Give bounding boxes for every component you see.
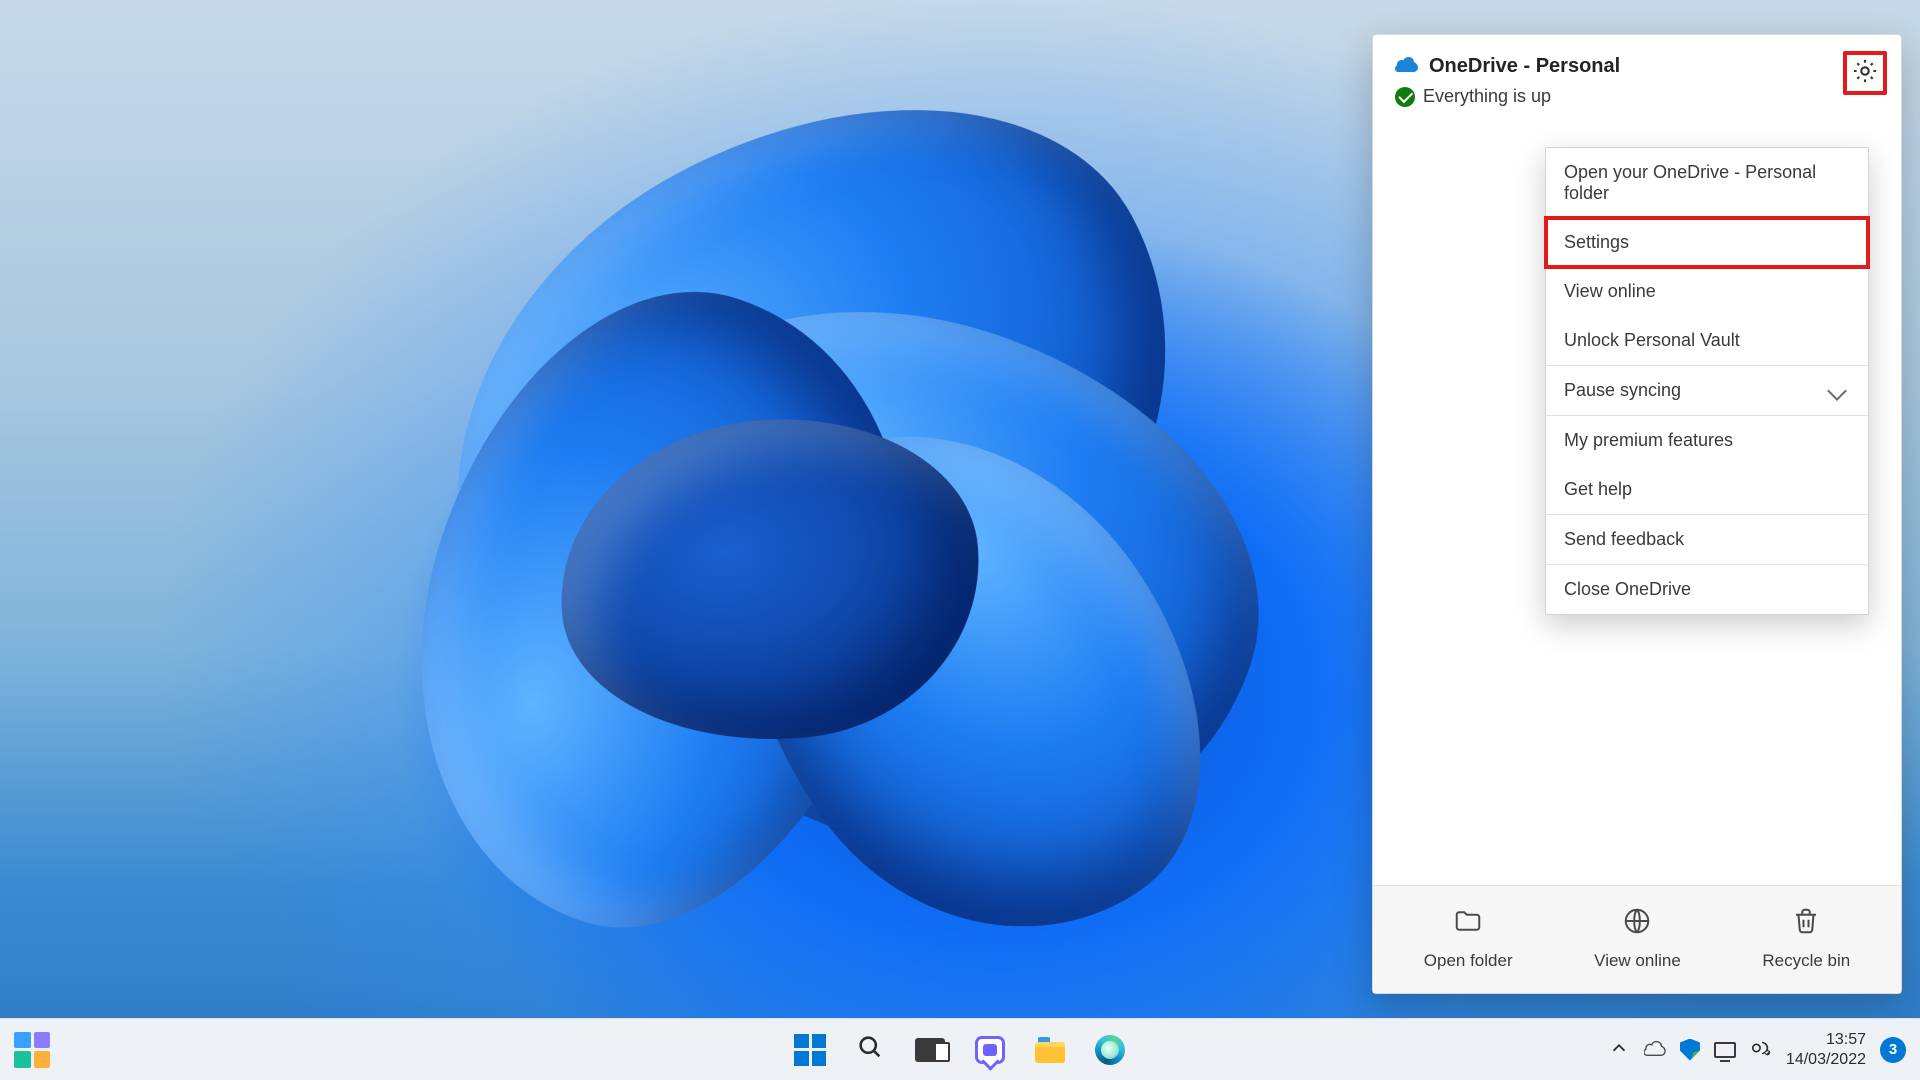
start-button[interactable] <box>792 1032 828 1068</box>
menu-premium[interactable]: My premium features <box>1546 416 1868 465</box>
trash-icon <box>1791 906 1821 941</box>
menu-pause-syncing[interactable]: Pause syncing <box>1546 366 1868 415</box>
footer-view-online[interactable]: View online <box>1594 906 1681 971</box>
menu-pause-syncing-label: Pause syncing <box>1564 380 1681 401</box>
chevron-down-icon <box>1827 381 1847 401</box>
status-check-icon <box>1395 87 1415 107</box>
footer-recycle-bin-label: Recycle bin <box>1762 951 1850 971</box>
windows-logo-icon <box>794 1034 826 1066</box>
onedrive-status-row: Everything is up <box>1373 84 1901 117</box>
widgets-button[interactable] <box>14 1032 50 1068</box>
taskbar: 13:57 14/03/2022 3 <box>0 1018 1920 1080</box>
file-explorer-icon <box>1035 1037 1065 1063</box>
edge-button[interactable] <box>1092 1032 1128 1068</box>
tray-overflow-icon[interactable] <box>1608 1037 1630 1063</box>
onedrive-status-text: Everything is up <box>1423 86 1551 107</box>
task-view-icon <box>915 1038 945 1062</box>
system-tray[interactable] <box>1608 1037 1772 1063</box>
onedrive-tray-icon[interactable] <box>1644 1037 1666 1063</box>
settings-gear-button[interactable] <box>1843 51 1887 95</box>
onedrive-title: OneDrive - Personal <box>1429 55 1620 78</box>
menu-view-online-label: View online <box>1564 281 1656 302</box>
menu-open-folder-label: Open your OneDrive - Personal folder <box>1564 162 1850 204</box>
menu-send-feedback[interactable]: Send feedback <box>1546 515 1868 564</box>
menu-get-help-label: Get help <box>1564 479 1632 500</box>
onedrive-header: OneDrive - Personal <box>1373 35 1901 84</box>
security-tray-icon[interactable] <box>1680 1039 1700 1061</box>
menu-close-onedrive[interactable]: Close OneDrive <box>1546 565 1868 614</box>
chat-icon <box>975 1036 1005 1064</box>
onedrive-flyout: OneDrive - Personal Everything is up Ope… <box>1372 34 1902 994</box>
notification-count: 3 <box>1889 1041 1897 1058</box>
gear-icon <box>1851 57 1879 90</box>
onedrive-settings-menu: Open your OneDrive - Personal folder Set… <box>1545 147 1869 615</box>
footer-recycle-bin[interactable]: Recycle bin <box>1762 906 1850 971</box>
menu-settings[interactable]: Settings <box>1546 218 1868 267</box>
menu-premium-label: My premium features <box>1564 430 1733 451</box>
file-explorer-button[interactable] <box>1032 1032 1068 1068</box>
footer-open-folder[interactable]: Open folder <box>1424 906 1513 971</box>
menu-unlock-vault-label: Unlock Personal Vault <box>1564 330 1740 351</box>
menu-close-onedrive-label: Close OneDrive <box>1564 579 1691 600</box>
menu-send-feedback-label: Send feedback <box>1564 529 1684 550</box>
taskbar-center <box>792 1032 1128 1068</box>
notification-center-button[interactable]: 3 <box>1880 1037 1906 1063</box>
menu-open-folder[interactable]: Open your OneDrive - Personal folder <box>1546 148 1868 218</box>
taskbar-right: 13:57 14/03/2022 3 <box>1608 1030 1906 1068</box>
menu-settings-label: Settings <box>1564 232 1629 253</box>
search-button[interactable] <box>852 1032 888 1068</box>
taskbar-time: 13:57 <box>1826 1030 1866 1049</box>
onedrive-cloud-icon <box>1395 55 1419 78</box>
menu-view-online[interactable]: View online <box>1546 267 1868 316</box>
folder-icon <box>1453 906 1483 941</box>
globe-icon <box>1622 906 1652 941</box>
taskbar-date: 14/03/2022 <box>1786 1050 1866 1069</box>
network-sound-tray-icon[interactable] <box>1750 1037 1772 1062</box>
edge-icon <box>1095 1035 1125 1065</box>
footer-view-online-label: View online <box>1594 951 1681 971</box>
menu-unlock-vault[interactable]: Unlock Personal Vault <box>1546 316 1868 365</box>
task-view-button[interactable] <box>912 1032 948 1068</box>
footer-open-folder-label: Open folder <box>1424 951 1513 971</box>
chat-button[interactable] <box>972 1032 1008 1068</box>
onedrive-footer: Open folder View online Recycle bin <box>1373 885 1901 993</box>
menu-get-help[interactable]: Get help <box>1546 465 1868 514</box>
taskbar-clock[interactable]: 13:57 14/03/2022 <box>1786 1030 1866 1068</box>
search-icon <box>856 1033 884 1066</box>
project-tray-icon[interactable] <box>1714 1042 1736 1058</box>
